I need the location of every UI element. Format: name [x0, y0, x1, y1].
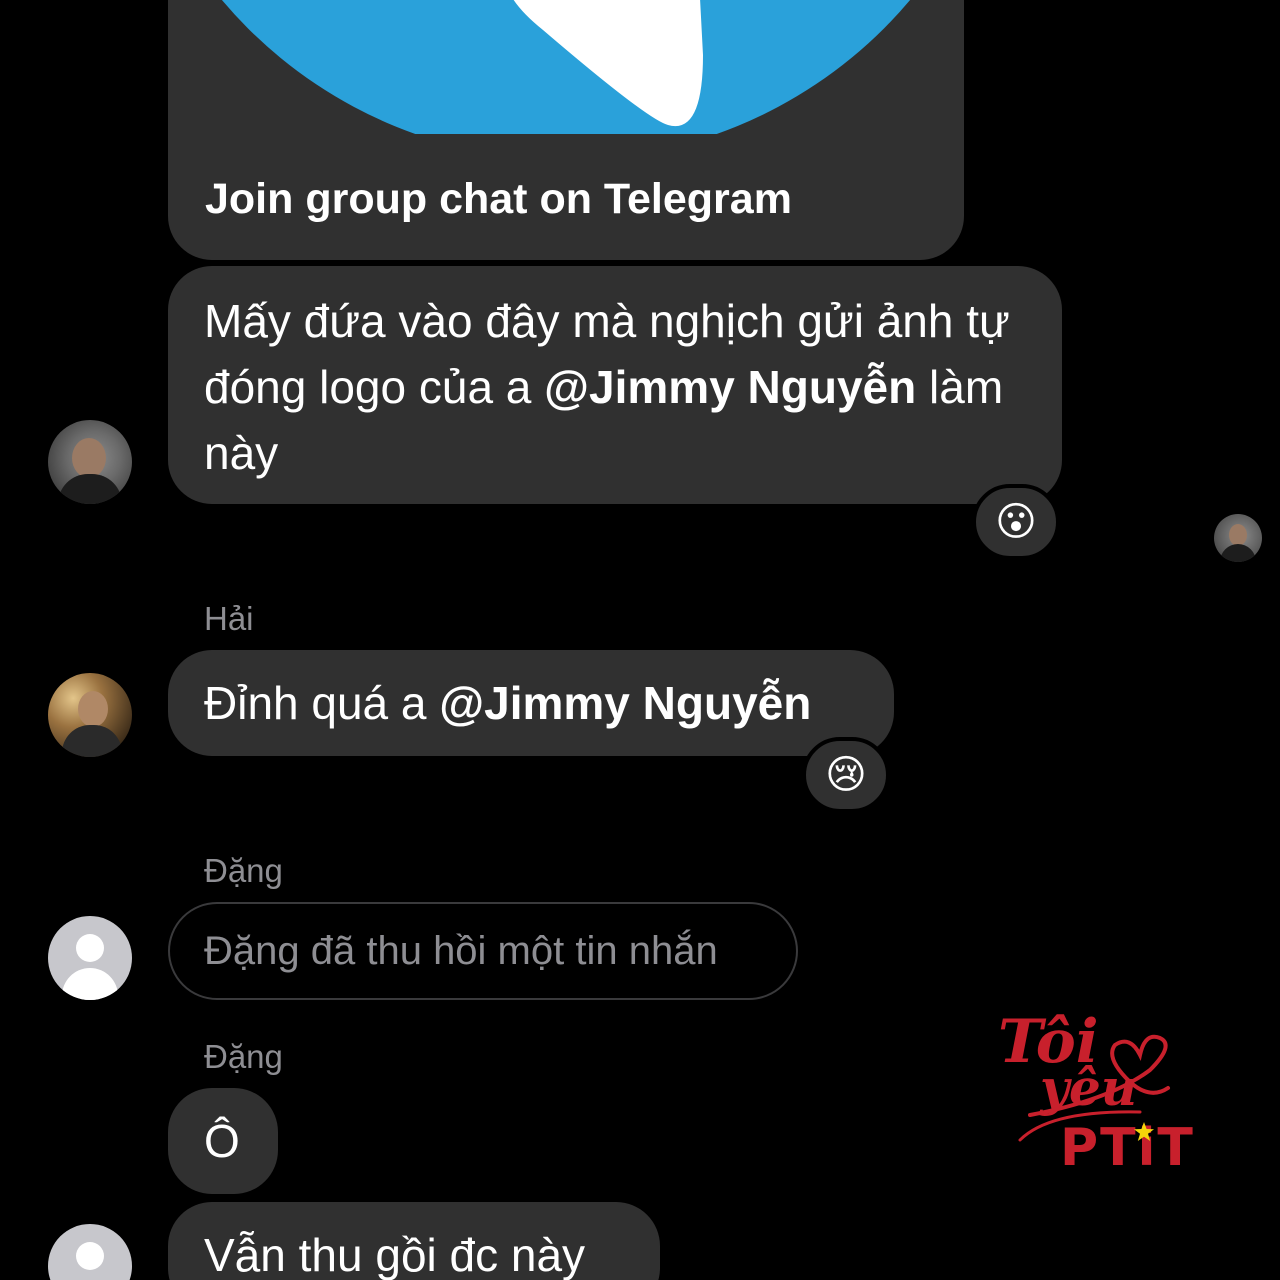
- mention-link[interactable]: @Jimmy Nguyễn: [439, 677, 811, 729]
- link-preview-card[interactable]: Join group chat on Telegram: [168, 0, 964, 260]
- avatar-photo-face: [78, 691, 108, 727]
- watermark-line3: PTiT: [1060, 1118, 1195, 1178]
- avatar-photo-face: [72, 438, 106, 478]
- unsent-message-text: Đặng đã thu hồi một tin nhắn: [204, 929, 718, 973]
- message-bubble[interactable]: Ô: [168, 1088, 278, 1194]
- avatar-photo-body: [58, 474, 122, 504]
- star-icon: [1134, 1122, 1154, 1141]
- person-silhouette-icon[interactable]: [48, 1224, 132, 1280]
- chat-screen: Join group chat on Telegram Mấy đứa vào …: [0, 0, 1280, 1280]
- message-text: Ô: [204, 1115, 240, 1167]
- sender-name: Đặng: [204, 1038, 283, 1075]
- mention-link[interactable]: @Jimmy Nguyễn: [544, 361, 916, 413]
- read-receipt-avatar: [1214, 514, 1262, 562]
- telegram-plane-icon: [513, 0, 703, 127]
- watermark-logo: Tôi yêu PTiT: [990, 1010, 1200, 1180]
- reaction-badge[interactable]: 😮: [972, 484, 1060, 560]
- person-silhouette-icon[interactable]: [48, 916, 132, 1000]
- reaction-badge[interactable]: 😢: [802, 737, 890, 813]
- sender-name: Hải: [204, 600, 254, 637]
- sender-name: Đặng: [204, 852, 283, 889]
- silhouette-head: [76, 1242, 104, 1270]
- link-preview-title: Join group chat on Telegram: [205, 175, 792, 223]
- message-text: Đỉnh quá a: [204, 677, 440, 729]
- avatar-photo-face: [1229, 524, 1247, 546]
- message-bubble[interactable]: Đỉnh quá a @Jimmy Nguyễn: [168, 650, 894, 756]
- silhouette-body: [62, 968, 118, 1000]
- silhouette-head: [76, 934, 104, 962]
- sender-avatar[interactable]: [48, 673, 132, 757]
- crying-emoji-icon: 😢: [825, 753, 867, 797]
- avatar-photo-body: [1220, 544, 1256, 562]
- telegram-preview-image: [168, 0, 964, 134]
- surprised-emoji-icon: 😮: [995, 500, 1037, 544]
- message-text: Vẫn thu gồi đc này: [204, 1229, 586, 1280]
- sender-avatar[interactable]: [48, 420, 132, 504]
- message-bubble[interactable]: Vẫn thu gồi đc này: [168, 1202, 660, 1280]
- unsent-message-bubble: Đặng đã thu hồi một tin nhắn: [168, 902, 798, 1000]
- message-bubble[interactable]: Mấy đứa vào đây mà nghịch gửi ảnh tự đón…: [168, 266, 1062, 504]
- avatar-photo-body: [62, 725, 122, 757]
- watermark-line2: yêu: [1040, 1058, 1138, 1117]
